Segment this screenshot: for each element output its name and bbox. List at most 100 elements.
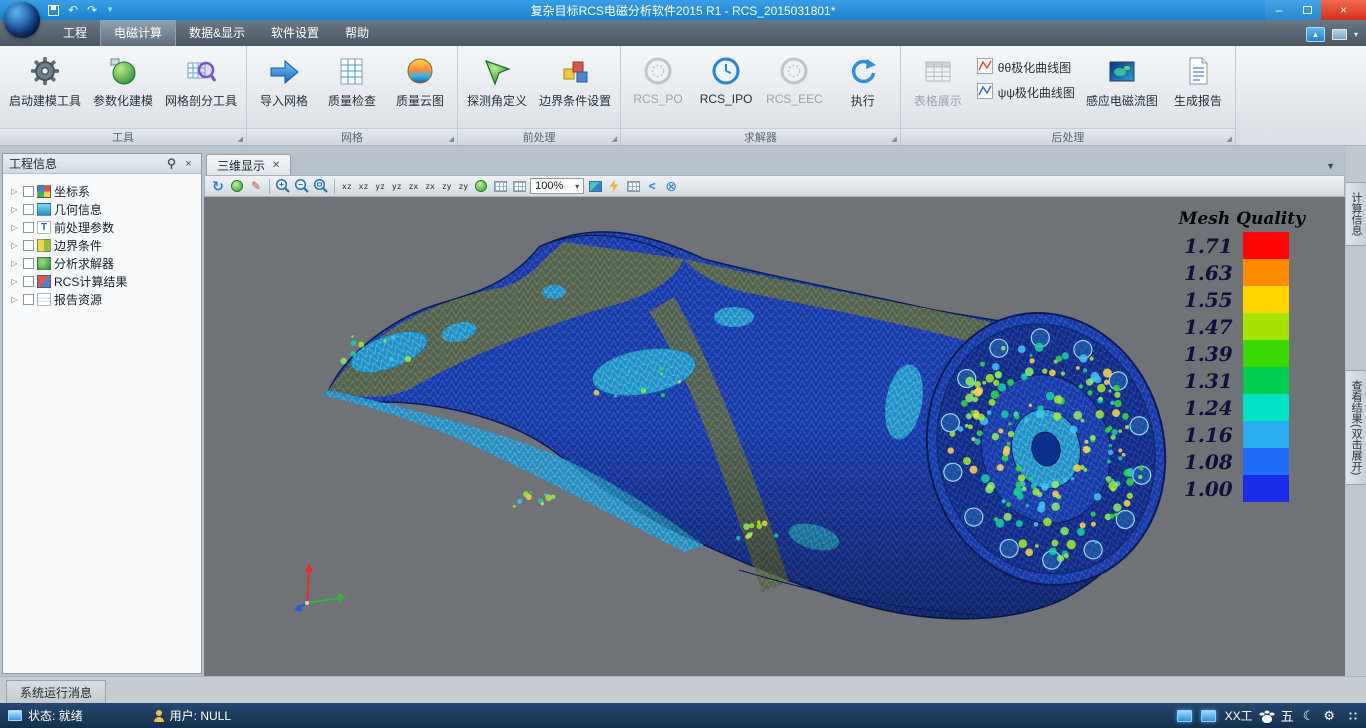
tab-list-dropdown-icon[interactable]: ▼ [1326,161,1335,171]
minimize-button[interactable]: – [1265,0,1293,20]
tab-em-computation[interactable]: 电磁计算 [100,19,176,46]
pin-icon[interactable] [163,156,180,171]
induced-current-button[interactable]: 感应电磁流图 [1081,48,1163,128]
close-tab-icon[interactable]: ✕ [272,160,280,171]
view-zy-back-icon[interactable]: zy [456,181,470,192]
ime-wubi-label[interactable]: 五 [1281,706,1294,725]
display-1-icon[interactable] [1177,710,1192,722]
lightning-icon[interactable] [606,178,622,195]
tab-software-settings[interactable]: 软件设置 [258,20,332,46]
legend-swatch [1243,259,1289,286]
undo-icon[interactable]: ↶ [68,4,78,16]
tree-item-report-resources[interactable]: ▷ 报告资源 [5,290,199,308]
zoom-window-icon[interactable] [313,178,329,195]
checkbox[interactable] [23,258,34,269]
parametric-modeling-button[interactable]: 参数化建模 [88,48,158,128]
dialog-launcher-icon[interactable]: ◢ [1227,135,1232,143]
moon-icon[interactable]: ☾ [1303,708,1315,724]
checkbox[interactable] [23,222,34,233]
edit-view-icon[interactable]: ✎ [248,178,264,195]
view-yz-back-icon[interactable]: yz [390,181,404,192]
rcs-po-button[interactable]: RCS_PO [625,48,691,128]
launch-modeling-button[interactable]: 启动建模工具 [4,48,86,128]
checkbox[interactable] [23,294,34,305]
expand-arrow-icon[interactable]: ▷ [9,277,20,286]
generate-report-button[interactable]: 生成报告 [1165,48,1231,128]
view-zx-back-icon[interactable]: zx [423,181,437,192]
dialog-launcher-icon[interactable]: ◢ [238,135,243,143]
redo-icon[interactable]: ↷ [87,4,97,16]
view-zx-icon[interactable]: zx [407,181,421,192]
view-zy-icon[interactable]: zy [440,181,454,192]
tab-data-display[interactable]: 数据&显示 [176,20,258,46]
table-display-button[interactable]: 表格展示 [905,48,971,128]
gear-icon[interactable]: ⚙ [1323,708,1335,724]
save-icon[interactable] [48,5,59,16]
expand-arrow-icon[interactable]: ▷ [9,187,20,196]
expand-arrow-icon[interactable]: ▷ [9,223,20,232]
collapse-ribbon-icon[interactable]: ▲ [1306,27,1325,42]
tree-item-coordinate-system[interactable]: ▷ 坐标系 [5,182,199,200]
tree-item-preprocess-params[interactable]: ▷ 前处理参数 [5,218,199,236]
dialog-launcher-icon[interactable]: ◢ [891,135,896,143]
quality-check-button[interactable]: 质量检查 [319,48,385,128]
maximize-button[interactable] [1293,0,1321,20]
tab-help[interactable]: 帮助 [332,20,382,46]
shaded-view-icon[interactable] [229,178,245,195]
theta-curve-button[interactable]: θθ极化曲线图 [977,58,1075,77]
rcs-eec-button[interactable]: RCS_EEC [761,48,828,128]
checkbox[interactable] [23,204,34,215]
checkbox[interactable] [23,240,34,251]
grid-icon[interactable] [492,178,508,195]
expand-arrow-icon[interactable]: ▷ [9,241,20,250]
display-2-icon[interactable] [1201,710,1216,722]
close-button[interactable]: × [1321,0,1366,20]
zoom-level-select[interactable]: 100% ▾ [530,178,584,194]
tab-project[interactable]: 工程 [50,20,100,46]
probe-angle-button[interactable]: 探测角定义 [462,48,532,128]
rcs-ipo-button[interactable]: RCS_IPO [693,48,759,128]
palette-icon[interactable] [587,178,603,195]
tree-item-geometry-info[interactable]: ▷ 几何信息 [5,200,199,218]
mesh-partition-button[interactable]: 网格剖分工具 [160,48,242,128]
viewport-3d[interactable]: Mesh Quality 1.71 1.63 1.55 1.47 1.39 1.… [204,197,1345,676]
zoom-out-icon[interactable] [294,178,310,195]
customize-toolbar-icon[interactable]: ▼ [106,6,114,14]
view-xz-back-icon[interactable]: xz [357,181,371,192]
tree-item-boundary-conditions[interactable]: ▷ 边界条件 [5,236,199,254]
close-panel-icon[interactable]: × [180,156,197,171]
zoom-in-icon[interactable] [275,178,291,195]
wireframe-icon[interactable] [511,178,527,195]
dialog-launcher-icon[interactable]: ◢ [612,135,617,143]
layers-icon[interactable] [625,178,641,195]
tab-view-results[interactable]: 查看结果(双击展开) [1346,370,1366,485]
tab-3d-display[interactable]: 三维显示 ✕ [206,154,291,175]
checkbox[interactable] [23,276,34,287]
render-mode-icon[interactable] [473,178,489,195]
psi-curve-button[interactable]: ψψ极化曲线图 [977,83,1075,102]
import-mesh-button[interactable]: 导入网格 [251,48,317,128]
clear-view-icon[interactable]: ⊗ [663,178,679,195]
boundary-settings-button[interactable]: 边界条件设置 [534,48,616,128]
expand-arrow-icon[interactable]: ▷ [9,205,20,214]
quality-cloud-button[interactable]: 质量云图 [387,48,453,128]
tab-system-messages[interactable]: 系统运行消息 [6,680,106,705]
view-yz-icon[interactable]: yz [373,181,387,192]
view-xz-icon[interactable]: xz [340,181,354,192]
chevron-down-icon[interactable]: ▾ [1354,30,1358,39]
tree-item-rcs-results[interactable]: ▷ RCS计算结果 [5,272,199,290]
tree-item-analysis-solver[interactable]: ▷ 分析求解器 [5,254,199,272]
display-mode-icon[interactable] [1332,29,1347,40]
share-icon[interactable]: < [644,178,660,195]
expand-arrow-icon[interactable]: ▷ [9,259,20,268]
expand-arrow-icon[interactable]: ▷ [9,295,20,304]
checkbox[interactable] [23,186,34,197]
ime-text[interactable]: XX工 [1225,707,1253,724]
ime-paw-icon[interactable] [1262,715,1272,723]
dialog-launcher-icon[interactable]: ◢ [449,135,454,143]
tab-computation-info[interactable]: 计算信息 [1346,182,1366,246]
legend-value: 1.16 [1179,423,1243,447]
execute-button[interactable]: 执行 [830,48,896,128]
group-label-text: 求解器 [744,129,777,145]
rotate-view-icon[interactable]: ↻ [210,178,226,195]
